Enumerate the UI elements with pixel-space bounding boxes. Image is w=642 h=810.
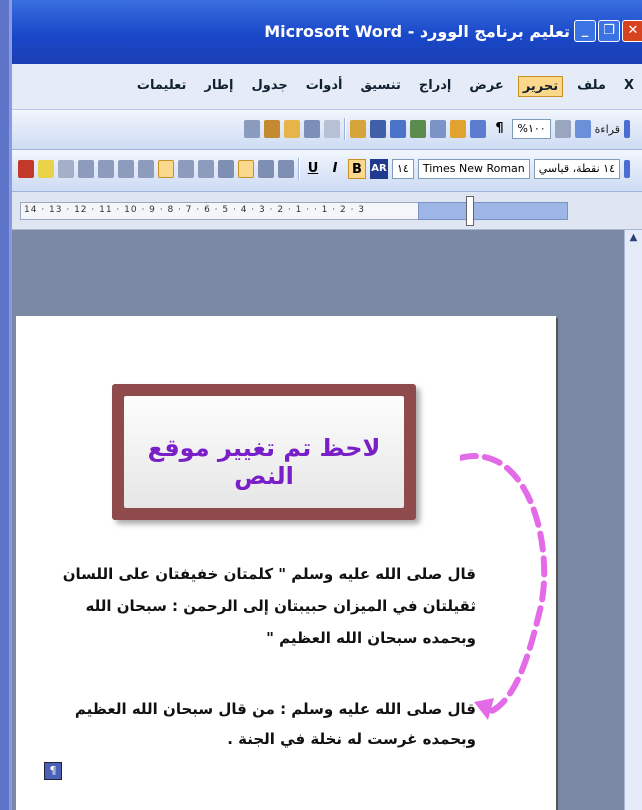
menu-frame[interactable]: إطار [200, 76, 237, 97]
format-painter-icon[interactable] [284, 120, 301, 138]
menu-edit[interactable]: تحرير [517, 76, 564, 97]
paragraph-2[interactable]: قال صلى الله عليه وسلم : من قال سبحان ال… [42, 694, 476, 754]
menu-format[interactable]: تنسيق [356, 76, 404, 97]
decrease-indent-icon[interactable] [97, 160, 114, 178]
bullets-icon[interactable] [117, 160, 134, 178]
tables-borders-icon[interactable] [370, 120, 387, 138]
numbering-icon[interactable] [137, 160, 154, 178]
menu-help[interactable]: تعليمات [133, 76, 191, 97]
highlight-icon[interactable] [37, 160, 54, 178]
formatting-toolbar-items: ١٤ نقطة، قياسي Times New Roman ١٤ AR B I… [17, 158, 630, 180]
menu-tools[interactable]: أدوات [302, 76, 347, 97]
close-document-button[interactable]: X [620, 76, 638, 97]
vertical-scrollbar[interactable]: ▲ [624, 230, 642, 810]
minimize-button[interactable]: _ [574, 20, 596, 42]
border-icon[interactable] [57, 160, 74, 178]
indent-marker[interactable] [466, 196, 474, 226]
insert-excel-icon[interactable] [410, 120, 427, 138]
align-left-icon[interactable] [237, 160, 254, 178]
window-title: تعليم برنامج الوورد - Microsoft Word [264, 22, 570, 41]
font-size-select[interactable]: ١٤ [391, 159, 414, 179]
justify-icon[interactable] [217, 160, 234, 178]
font-select[interactable]: Times New Roman [417, 159, 530, 179]
standard-toolbar: قراءة %١٠٠ ¶ [12, 110, 642, 150]
word-window: تعليم برنامج الوورد - Microsoft Word _ ❐… [0, 0, 642, 810]
italic-button[interactable]: I [326, 159, 344, 179]
zoom-select[interactable]: %١٠٠ [512, 119, 551, 139]
toolbar-grip-icon[interactable] [624, 120, 630, 138]
rtl-direction-icon[interactable] [157, 160, 174, 178]
show-hide-button[interactable]: ¶ [490, 119, 508, 139]
menu-file[interactable]: ملف [573, 76, 610, 97]
paste-options-icon[interactable]: ¶ [44, 762, 62, 780]
ruler-margin [418, 202, 568, 220]
close-button[interactable]: ✕ [622, 20, 642, 42]
window-left-border [0, 0, 12, 810]
toolbar-separator [344, 118, 347, 140]
insert-table-icon[interactable] [390, 120, 407, 138]
columns-icon[interactable] [430, 120, 447, 138]
menu-insert[interactable]: إدراج [415, 76, 455, 97]
toolbar-grip-icon[interactable] [624, 160, 630, 178]
formatting-toolbar: ١٤ نقطة، قياسي Times New Roman ١٤ AR B I… [12, 150, 642, 192]
paste-icon[interactable] [264, 120, 281, 138]
style-select[interactable]: ١٤ نقطة، قياسي [533, 159, 620, 179]
language-button[interactable]: AR [369, 159, 388, 179]
menu-table[interactable]: جدول [247, 76, 291, 97]
align-center-icon[interactable] [257, 160, 274, 178]
help-icon[interactable] [574, 120, 591, 138]
reading-mode-button[interactable]: قراءة [595, 123, 620, 136]
ltr-direction-icon[interactable] [177, 160, 194, 178]
callout-box: لاحظ تم تغيير موقع النص [112, 384, 416, 520]
callout-inner: لاحظ تم تغيير موقع النص [124, 396, 404, 508]
drawing-icon[interactable] [450, 120, 467, 138]
arrow-head [474, 698, 494, 720]
toolbar-separator [297, 158, 300, 180]
standard-toolbar-items: قراءة %١٠٠ ¶ [244, 118, 630, 140]
increase-indent-icon[interactable] [77, 160, 94, 178]
redo-icon[interactable] [324, 120, 341, 138]
menu-bar: X ملف تحرير عرض إدراج تنسيق أدوات جدول إ… [12, 64, 642, 110]
font-color-icon[interactable] [17, 160, 34, 178]
scroll-up-icon[interactable]: ▲ [627, 232, 640, 246]
ruler-ticks: 14 · 13 · 12 · 11 · 10 · 9 · 8 · 7 · 6 ·… [24, 205, 366, 215]
zoom-icon[interactable] [554, 120, 571, 138]
align-right-icon[interactable] [277, 160, 294, 178]
undo-icon[interactable] [304, 120, 321, 138]
menu-view[interactable]: عرض [465, 76, 507, 97]
copy-icon[interactable] [244, 120, 261, 138]
bold-button[interactable]: B [347, 159, 366, 179]
document-map-icon[interactable] [470, 120, 487, 138]
title-bar[interactable]: تعليم برنامج الوورد - Microsoft Word _ ❐… [12, 0, 642, 64]
underline-button[interactable]: U [304, 159, 322, 179]
line-spacing-icon[interactable] [197, 160, 214, 178]
hyperlink-icon[interactable] [350, 120, 367, 138]
horizontal-ruler[interactable]: 14 · 13 · 12 · 11 · 10 · 9 · 8 · 7 · 6 ·… [12, 192, 642, 230]
maximize-button[interactable]: ❐ [598, 20, 620, 42]
callout-text: لاحظ تم تغيير موقع النص [147, 434, 381, 490]
menu-items: X ملف تحرير عرض إدراج تنسيق أدوات جدول إ… [133, 76, 638, 97]
paragraph-1[interactable]: قال صلى الله عليه وسلم " كلمتان خفيفتان … [42, 558, 476, 654]
